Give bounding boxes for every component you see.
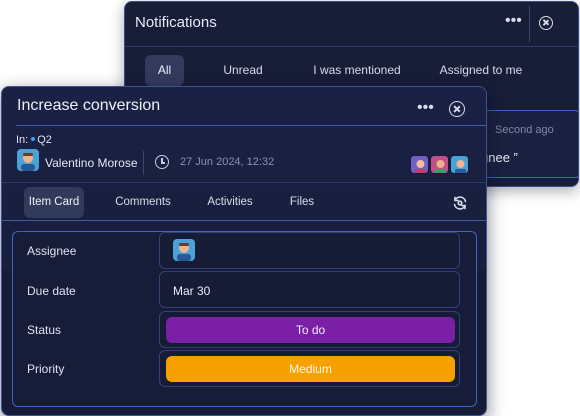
avatar[interactable]	[430, 155, 449, 174]
created-date: 27 Jun 2024, 12:32	[180, 156, 275, 168]
tab-mentioned[interactable]: I was mentioned	[301, 55, 413, 86]
member-avatars[interactable]	[410, 155, 470, 175]
sync-icon[interactable]	[452, 195, 468, 211]
due-date-value: Mar 30	[173, 284, 211, 298]
in-label: In:	[16, 134, 29, 146]
status-label: Status	[27, 323, 62, 337]
avatar[interactable]	[410, 155, 429, 174]
more-icon[interactable]: •••	[417, 99, 434, 117]
more-icon[interactable]: •••	[505, 12, 522, 30]
priority-badge[interactable]: Medium	[166, 356, 455, 382]
priority-label: Priority	[27, 362, 65, 376]
divider	[2, 220, 486, 221]
notification-card[interactable]	[471, 110, 578, 178]
avatar[interactable]	[173, 239, 195, 261]
divider	[143, 151, 144, 175]
tab-files[interactable]: Files	[284, 187, 320, 218]
close-icon[interactable]	[539, 16, 553, 30]
priority-field[interactable]: Medium	[159, 350, 460, 387]
divider	[16, 125, 486, 126]
close-icon[interactable]	[449, 101, 465, 117]
status-badge[interactable]: To do	[166, 317, 455, 343]
clock-icon	[155, 155, 169, 169]
divider	[529, 6, 530, 42]
notifications-title: Notifications	[135, 14, 217, 31]
tab-unread[interactable]: Unread	[211, 55, 275, 86]
tab-comments[interactable]: Comments	[108, 187, 178, 218]
due-date-field[interactable]: Mar 30	[159, 271, 460, 308]
assignee-field[interactable]	[159, 232, 460, 269]
tab-all[interactable]: All	[145, 55, 184, 86]
tab-assigned[interactable]: Assigned to me	[431, 55, 531, 86]
dot-icon	[31, 137, 36, 142]
notification-time: Second ago	[495, 124, 554, 136]
item-fields: Assignee Due date Mar 30 Status To do Pr…	[12, 231, 477, 407]
divider	[125, 46, 578, 47]
item-card-panel: Increase conversion ••• In: Q2 Valentino …	[1, 86, 487, 416]
avatar[interactable]	[17, 149, 39, 171]
location-line: In: Q2	[16, 134, 52, 146]
stage: Notifications ••• All Unread I was menti…	[0, 0, 580, 416]
tab-item-card[interactable]: Item Card	[24, 187, 84, 218]
avatar[interactable]	[450, 155, 469, 174]
owner-name: Valentino Morose	[45, 156, 138, 170]
status-field[interactable]: To do	[159, 311, 460, 348]
in-value[interactable]: Q2	[37, 134, 52, 146]
tab-activities[interactable]: Activities	[200, 187, 260, 218]
divider	[2, 182, 486, 183]
assignee-label: Assignee	[27, 244, 77, 258]
due-date-label: Due date	[27, 284, 76, 298]
item-title: Increase conversion	[17, 97, 161, 114]
